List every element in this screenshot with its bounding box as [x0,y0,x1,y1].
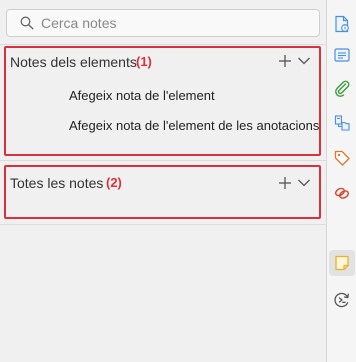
collapse-section-button[interactable] [295,174,313,192]
search-bar[interactable] [6,9,320,37]
add-note-button[interactable] [276,52,294,70]
section-badge: (1) [136,54,152,69]
section-badge: (2) [106,175,122,190]
add-item-note-link[interactable]: Afegeix nota de l'element [69,88,215,103]
plus-icon [279,55,291,67]
add-annotation-note-link[interactable]: Afegeix nota de l'element de les anotaci… [69,118,319,133]
plus-icon [279,177,291,189]
add-note-button[interactable] [276,174,294,192]
divider [0,44,326,45]
search-input[interactable] [41,15,301,31]
all-notes-header[interactable]: Totes les notes (2) [6,167,319,195]
section-title: Totes les notes [10,175,104,191]
search-icon [20,16,34,30]
info-document-icon[interactable] [332,14,352,34]
item-notes-header[interactable]: Notes dels elements (1) [6,48,319,76]
all-notes-section: Totes les notes (2) [4,165,321,219]
attachments-icon[interactable] [332,78,352,98]
divider [0,224,326,225]
notes-pane: Notes dels elements (1) Afegeix nota de … [0,0,326,362]
locate-icon[interactable] [332,290,352,310]
related-icon[interactable] [332,183,352,203]
section-title: Notes dels elements [10,54,137,70]
chevron-down-icon [298,179,310,187]
item-notes-section: Notes dels elements (1) Afegeix nota de … [4,46,321,156]
tags-icon[interactable] [332,148,352,168]
libraries-collections-icon[interactable] [332,113,352,133]
side-navigation [326,0,356,362]
collapse-section-button[interactable] [295,52,313,70]
chevron-down-icon [298,57,310,65]
notes-icon[interactable] [332,253,352,273]
abstract-icon[interactable] [332,45,352,65]
divider [0,160,326,161]
